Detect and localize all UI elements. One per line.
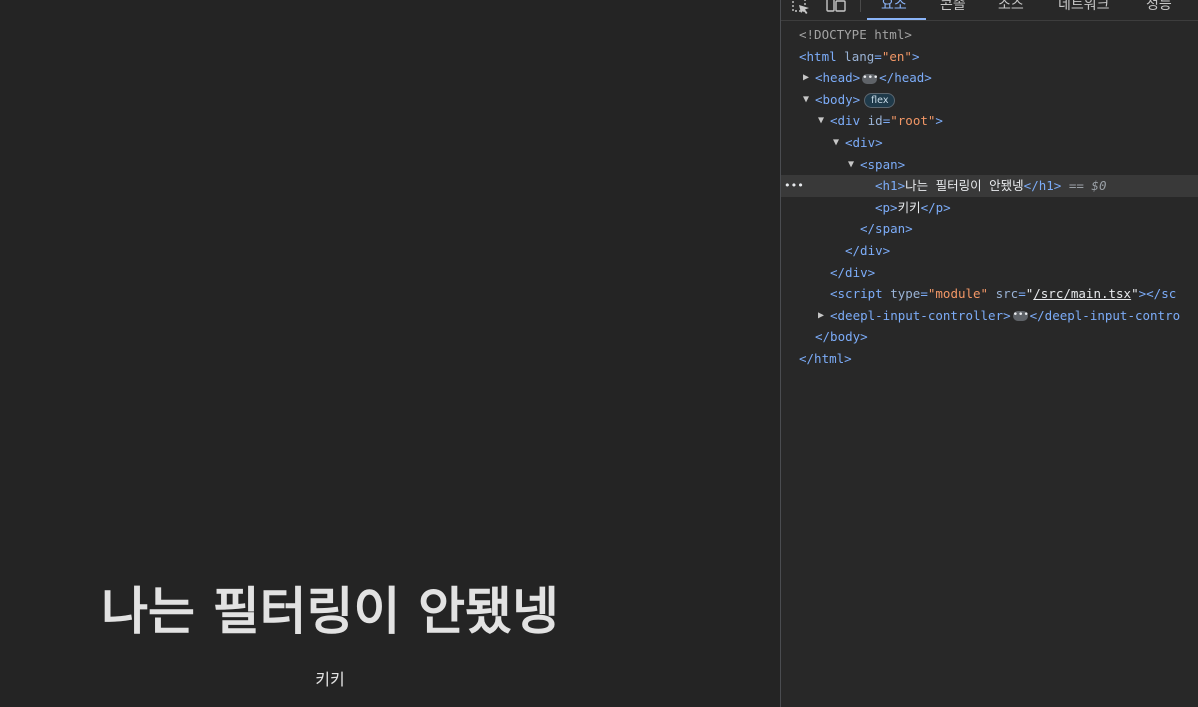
tab-sources[interactable]: 소스	[998, 0, 1024, 14]
devtools-toolbar: 요소 콘솔 소스 네트워크 성능	[781, 0, 1198, 21]
flex-badge[interactable]: flex	[864, 92, 896, 108]
p-text: 키키	[897, 199, 921, 215]
dom-node-p[interactable]: <p>키키</p>	[781, 197, 1198, 219]
tab-performance[interactable]: 성능	[1146, 0, 1172, 14]
div-root-open-end: >	[935, 113, 943, 129]
collapsed-ellipsis-icon[interactable]: •••	[1012, 311, 1029, 322]
span-close-tag: </span>	[860, 221, 913, 237]
dom-node-h1-selected[interactable]: ••• <h1>나는 필터링이 안됐넹</h1> == $0	[781, 175, 1198, 197]
head-open-tag: <head>	[815, 70, 861, 86]
dom-node-div[interactable]: ▼ <div>	[781, 132, 1198, 154]
p-open-tag: <p>	[875, 199, 898, 215]
script-src-link[interactable]: /src/main.tsx	[1033, 286, 1131, 301]
p-close-tag: </p>	[920, 199, 951, 215]
collapse-arrow-icon[interactable]: ▼	[846, 154, 856, 176]
dom-node-div-close[interactable]: </div>	[781, 240, 1198, 262]
collapsed-ellipsis-icon[interactable]: •••	[862, 73, 878, 84]
script-type-attr: type	[890, 286, 921, 302]
page-viewport: 나는 필터링이 안됐넹 키키	[0, 0, 780, 707]
script-open-tag: <script	[830, 286, 883, 302]
body-open-tag: <body>	[815, 91, 861, 107]
html-open-tag: <html	[799, 48, 837, 64]
dom-node-html[interactable]: <html lang="en">	[781, 46, 1198, 68]
more-actions-icon[interactable]: •••	[784, 175, 804, 197]
expand-arrow-icon[interactable]: ▶	[801, 67, 811, 89]
toolbar-separator	[860, 0, 861, 12]
head-close-tag: </head>	[879, 70, 932, 86]
tab-elements[interactable]: 요소	[881, 0, 907, 14]
inspect-element-icon[interactable]	[791, 0, 813, 15]
dom-node-span[interactable]: ▼ <span>	[781, 154, 1198, 176]
script-src-attr: src	[995, 286, 1019, 302]
device-toolbar-icon[interactable]	[825, 0, 847, 15]
deepl-close-tag: </deepl-input-contro	[1029, 307, 1181, 323]
root-close-tag: </div>	[830, 264, 876, 280]
dom-node-div-root[interactable]: ▼ <div id="root">	[781, 110, 1198, 132]
html-lang-value: en	[889, 48, 905, 64]
html-open-end: >	[911, 48, 920, 64]
div-id-value: root	[897, 113, 928, 129]
collapse-arrow-icon[interactable]: ▼	[801, 89, 811, 111]
collapse-arrow-icon[interactable]: ▼	[831, 132, 841, 154]
html-close-tag: </html>	[799, 350, 852, 366]
devtools-panel: 요소 콘솔 소스 네트워크 성능 <!DOCTYPE html> <html l…	[781, 0, 1198, 707]
page-heading: 나는 필터링이 안됐넹	[101, 583, 559, 642]
body-close-tag: </body>	[815, 329, 868, 345]
script-tail: ></sc	[1138, 286, 1177, 302]
dom-node-body-close[interactable]: </body>	[781, 326, 1198, 348]
span-open-tag: <span>	[860, 156, 906, 172]
dom-node-html-close[interactable]: </html>	[781, 348, 1198, 370]
dom-node-body[interactable]: ▼ <body> flex	[781, 89, 1198, 111]
script-type-value: module	[935, 286, 981, 302]
tab-network[interactable]: 네트워크	[1058, 0, 1110, 14]
expand-arrow-icon[interactable]: ▶	[816, 305, 826, 327]
h1-close-tag: </h1>	[1023, 178, 1062, 194]
dom-tree: <!DOCTYPE html> <html lang="en"> ▶ <head…	[781, 24, 1198, 370]
dom-node-span-close[interactable]: </span>	[781, 218, 1198, 240]
h1-text: 나는 필터링이 안됐넹	[905, 178, 1024, 194]
dom-node-doctype[interactable]: <!DOCTYPE html>	[781, 24, 1198, 46]
selected-node-marker: == $0	[1068, 178, 1107, 194]
deepl-open-tag: <deepl-input-controller>	[830, 307, 1011, 323]
tab-console[interactable]: 콘솔	[940, 0, 966, 14]
collapse-arrow-icon[interactable]: ▼	[816, 110, 826, 132]
dom-node-head[interactable]: ▶ <head> •••</head>	[781, 67, 1198, 89]
html-lang-attr: lang	[844, 48, 875, 64]
active-tab-indicator	[867, 18, 926, 20]
div-close-tag: </div>	[845, 242, 891, 258]
div-root-open-tag: <div	[830, 113, 861, 129]
dom-node-deepl[interactable]: ▶ <deepl-input-controller> •••</deepl-inp…	[781, 305, 1198, 327]
div-open-tag: <div>	[845, 134, 883, 150]
doctype-text: <!DOCTYPE html>	[799, 27, 912, 42]
div-id-attr: id	[867, 113, 883, 129]
page-paragraph: 키키	[315, 670, 345, 689]
h1-open-tag: <h1>	[875, 178, 906, 194]
dom-node-root-close[interactable]: </div>	[781, 262, 1198, 284]
dom-node-script[interactable]: <script type="module" src="/src/main.tsx…	[781, 283, 1198, 305]
